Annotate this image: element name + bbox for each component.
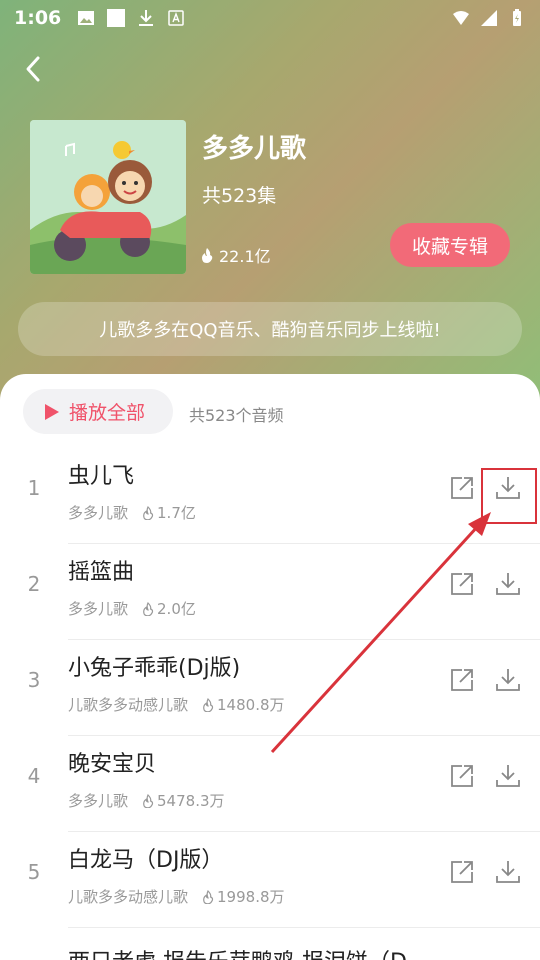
total-audio-count: 共523个音频 — [189, 406, 284, 425]
song-artist: 多多儿歌 — [68, 792, 129, 810]
song-artist: 多多儿歌 — [68, 504, 129, 522]
play-all-label: 播放全部 — [69, 402, 146, 424]
notice-banner[interactable]: 儿歌多多在QQ音乐、酷狗音乐同步上线啦! — [18, 302, 522, 356]
song-name: 白龙马（DJ版） — [68, 848, 224, 873]
annotation-highlight-box — [481, 468, 537, 524]
signal-icon — [481, 10, 497, 26]
song-row[interactable]: 4 晚安宝贝 多多儿歌 5478.3万 — [0, 736, 540, 832]
song-row[interactable]: 3 小兔子乖乖(Dj版) 儿歌多多动感儿歌 1480.8万 — [0, 640, 540, 736]
share-icon[interactable] — [448, 666, 476, 694]
download-status-icon — [139, 10, 154, 26]
song-name: 晚安宝贝 — [68, 752, 157, 777]
share-icon[interactable] — [448, 474, 476, 502]
song-index: 5 — [27, 860, 41, 884]
battery-icon — [513, 9, 521, 26]
album-play-count: 22.1亿 — [200, 243, 271, 267]
flame-icon — [143, 505, 154, 520]
row-divider — [68, 927, 540, 928]
song-row[interactable]: 5 白龙马（DJ版） 儿歌多多动感儿歌 1998.8万 — [0, 832, 540, 928]
song-index: 2 — [27, 572, 41, 596]
song-meta: 多多儿歌 5478.3万 — [68, 790, 225, 811]
song-artist: 儿歌多多动感儿歌 — [68, 888, 189, 906]
song-artist: 儿歌多多动感儿歌 — [68, 696, 189, 714]
song-plays: 1998.8万 — [202, 886, 285, 907]
flame-icon — [143, 793, 154, 808]
album-play-count-value: 22.1亿 — [219, 247, 271, 266]
album-title: 多多儿歌 — [202, 134, 307, 164]
flame-icon — [143, 601, 154, 616]
download-icon[interactable] — [494, 762, 522, 790]
flame-icon — [203, 889, 214, 904]
song-row[interactable]: 2 摇篮曲 多多儿歌 2.0亿 — [0, 544, 540, 640]
song-meta: 多多儿歌 2.0亿 — [68, 598, 196, 619]
song-index: 3 — [27, 668, 41, 692]
song-index: 4 — [27, 764, 41, 788]
song-plays: 1.7亿 — [142, 502, 196, 523]
song-name: 小兔子乖乖(Dj版) — [68, 656, 241, 681]
song-plays-value: 1.7亿 — [157, 504, 196, 522]
share-icon[interactable] — [448, 570, 476, 598]
flame-icon — [203, 697, 214, 712]
song-meta: 儿歌多多动感儿歌 1998.8万 — [68, 886, 285, 907]
song-plays: 1480.8万 — [202, 694, 285, 715]
play-all-button[interactable]: 播放全部 — [23, 389, 173, 434]
song-name: 摇篮曲 — [68, 560, 135, 585]
download-icon[interactable] — [494, 570, 522, 598]
square-icon — [107, 9, 126, 27]
partial-song-name[interactable]: 两只老虎 报告乐芽鸭鸡 报泪饼（D — [68, 944, 407, 960]
share-icon[interactable] — [448, 858, 476, 886]
album-episode-count: 共523集 — [202, 185, 277, 207]
play-icon — [45, 403, 59, 420]
share-icon[interactable] — [448, 762, 476, 790]
song-artist: 多多儿歌 — [68, 600, 129, 618]
collect-album-button[interactable]: 收藏专辑 — [390, 223, 510, 267]
status-time: 1:06 — [14, 7, 62, 29]
song-plays-value: 1998.8万 — [217, 888, 285, 906]
song-name: 虫儿飞 — [68, 464, 135, 489]
download-icon[interactable] — [494, 666, 522, 694]
status-bar: 1:06 — [0, 0, 540, 36]
song-index: 1 — [27, 476, 41, 500]
wifi-icon — [453, 11, 469, 25]
flame-icon — [202, 248, 213, 263]
song-plays: 2.0亿 — [142, 598, 196, 619]
download-icon[interactable] — [494, 858, 522, 886]
song-plays: 5478.3万 — [142, 790, 225, 811]
song-plays-value: 1480.8万 — [217, 696, 285, 714]
song-plays-value: 5478.3万 — [157, 792, 225, 810]
back-button[interactable] — [20, 52, 50, 86]
album-cover — [30, 120, 186, 274]
image-icon — [78, 11, 95, 25]
song-meta: 儿歌多多动感儿歌 1480.8万 — [68, 694, 285, 715]
song-plays-value: 2.0亿 — [157, 600, 196, 618]
font-icon — [168, 10, 185, 26]
song-row[interactable]: 1 虫儿飞 多多儿歌 1.7亿 — [0, 448, 540, 544]
song-meta: 多多儿歌 1.7亿 — [68, 502, 196, 523]
